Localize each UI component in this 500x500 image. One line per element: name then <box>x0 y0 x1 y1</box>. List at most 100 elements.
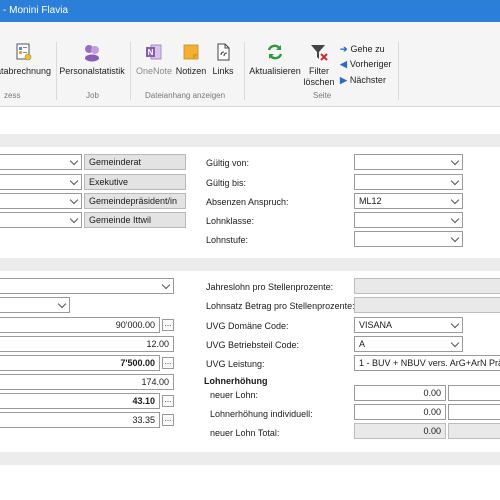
chevron-down-icon <box>69 195 79 205</box>
lohnstufe-dropdown[interactable] <box>354 231 463 247</box>
aktualisieren-label[interactable]: Aktualisieren <box>248 66 302 77</box>
neuer-lohn-label: neuer Lohn: <box>210 390 259 400</box>
vorheriger-label: Vorheriger <box>349 59 392 69</box>
left-dropdown-2[interactable] <box>0 174 82 190</box>
arrow-left-icon: ◀ <box>340 59 347 69</box>
tag-gemeinde-ittwil: Gemeinde Ittwil <box>84 212 186 228</box>
chevron-down-icon <box>161 280 171 290</box>
onenote-button[interactable]: N OneNote <box>134 42 174 77</box>
naechster-label: Nächster <box>349 75 386 85</box>
chevron-down-icon <box>450 214 460 224</box>
left-dropdown-6[interactable] <box>0 297 70 313</box>
group-label-dateianhang: Dateianhang anzeigen <box>145 91 226 100</box>
lohnerhoehung-individuell-label: Lohnerhöhung individuell: <box>210 409 313 419</box>
ellipsis-button[interactable]: ... <box>162 319 174 331</box>
personalstatistik-label: Personalstatistik <box>59 66 125 76</box>
left-dropdown-5[interactable] <box>0 278 174 294</box>
gueltig-bis-dropdown[interactable] <box>354 174 463 190</box>
chevron-down-icon <box>57 299 67 309</box>
lohnerhoehung-individuell-extra-field[interactable] <box>448 404 500 420</box>
amount-field-1[interactable]: 90'000.00 <box>0 317 160 333</box>
amount-field-4[interactable]: 174.00 <box>0 374 174 390</box>
onenote-label: OneNote <box>135 66 173 76</box>
arrow-right-icon: ➔ <box>340 44 348 54</box>
neuer-lohn-extra-field[interactable] <box>448 385 500 401</box>
uvg-betriebsteil-label: UVG Betriebsteil Code: <box>206 340 300 350</box>
left-dropdown-3[interactable] <box>0 193 82 209</box>
gehe-zu-button[interactable]: ➔ Gehe zu <box>340 44 385 55</box>
tag-gemeindepraesident: Gemeindepräsident/in <box>84 193 186 209</box>
section-header-bar <box>0 452 500 465</box>
gehe-zu-label: Gehe zu <box>350 44 385 54</box>
lohnklasse-label: Lohnklasse: <box>206 216 255 226</box>
lohnerhoehung-individuell-field[interactable]: 0.00 <box>354 404 446 420</box>
filter-loeschen-button[interactable]: Filter löschen <box>302 42 336 88</box>
uvg-domaene-dropdown[interactable]: VISANA <box>354 317 463 333</box>
notizen-label: Notizen <box>175 66 207 76</box>
amount-field-2[interactable]: 12.00 <box>0 336 174 352</box>
payroll-icon <box>16 43 32 61</box>
uvg-domaene-value: VISANA <box>359 320 393 330</box>
links-label: Links <box>212 66 234 76</box>
svg-text:N: N <box>148 48 154 57</box>
lohnerhoehung-title: Lohnerhöhung <box>204 376 268 386</box>
neuer-lohn-total-label: neuer Lohn Total: <box>210 428 280 438</box>
chevron-down-icon <box>450 195 460 205</box>
tag-exekutive: Exekutive <box>84 174 186 190</box>
section-header-bar <box>0 134 500 147</box>
amount-field-6[interactable]: 33.35 <box>0 412 160 428</box>
onenote-icon: N <box>146 44 162 60</box>
tag-gemeinderat: Gemeinderat <box>84 154 186 170</box>
neuer-lohn-total-extra-field <box>448 423 500 439</box>
chevron-down-icon <box>450 233 460 243</box>
note-icon <box>183 44 199 60</box>
window-title: - Monini Flavia <box>3 5 69 16</box>
absenzen-value: ML12 <box>359 196 382 206</box>
lohnsatz-label: Lohnsatz Betrag pro Stellenprozente: <box>206 301 355 311</box>
group-label-prozess: zess <box>4 91 21 100</box>
ellipsis-button[interactable]: ... <box>162 357 174 369</box>
section-header-bar <box>0 258 500 271</box>
lohnabrechnung-button[interactable]: atabrechnung <box>0 42 52 77</box>
ribbon-separator <box>244 42 245 100</box>
aktualisieren-button[interactable]: Aktualisieren <box>248 42 302 77</box>
jahreslohn-field <box>354 278 500 294</box>
left-dropdown-1[interactable] <box>0 154 82 170</box>
ellipsis-button[interactable]: ... <box>162 395 174 407</box>
refresh-icon <box>267 44 283 60</box>
chevron-down-icon <box>450 156 460 166</box>
ribbon-separator <box>130 42 131 100</box>
filter-label-2: löschen <box>303 77 335 87</box>
lohnklasse-dropdown[interactable] <box>354 212 463 228</box>
amount-field-3[interactable]: 7'500.00 <box>0 355 160 371</box>
lohnstufe-label: Lohnstufe: <box>206 235 249 245</box>
lohnabrechnung-label: atabrechnung <box>0 66 52 76</box>
personalstatistik-button[interactable]: Personalstatistik <box>58 42 126 77</box>
amount-field-5[interactable]: 43.10 <box>0 393 160 409</box>
absenzen-label: Absenzen Anspruch: <box>206 197 289 207</box>
chevron-down-icon <box>69 214 79 224</box>
chevron-down-icon <box>69 176 79 186</box>
uvg-betriebsteil-value: A <box>359 339 366 349</box>
uvg-betriebsteil-dropdown[interactable]: A <box>354 336 463 352</box>
chevron-down-icon <box>450 319 460 329</box>
gueltig-von-dropdown[interactable] <box>354 154 463 170</box>
neuer-lohn-field[interactable]: 0.00 <box>354 385 446 401</box>
notizen-button[interactable]: Notizen <box>174 42 208 77</box>
uvg-domaene-label: UVG Domäne Code: <box>206 321 289 331</box>
vorheriger-button[interactable]: ◀ Vorheriger <box>340 59 391 70</box>
ribbon-separator <box>56 42 57 100</box>
links-button[interactable]: Links <box>208 42 238 77</box>
left-dropdown-4[interactable] <box>0 212 82 228</box>
ellipsis-button[interactable]: ... <box>162 414 174 426</box>
gueltig-von-label: Gültig von: <box>206 158 250 168</box>
naechster-button[interactable]: ▶ Nächster <box>340 75 386 86</box>
neuer-lohn-total-field: 0.00 <box>354 423 446 439</box>
absenzen-dropdown[interactable]: ML12 <box>354 193 463 209</box>
document-link-icon <box>217 43 230 61</box>
chevron-down-icon <box>450 176 460 186</box>
uvg-leistung-dropdown[interactable]: 1 - BUV + NBUV vers. ArG+ArN Prämie <box>354 355 500 371</box>
people-icon <box>85 45 99 62</box>
uvg-leistung-label: UVG Leistung: <box>206 359 265 369</box>
filter-clear-icon <box>311 45 328 61</box>
